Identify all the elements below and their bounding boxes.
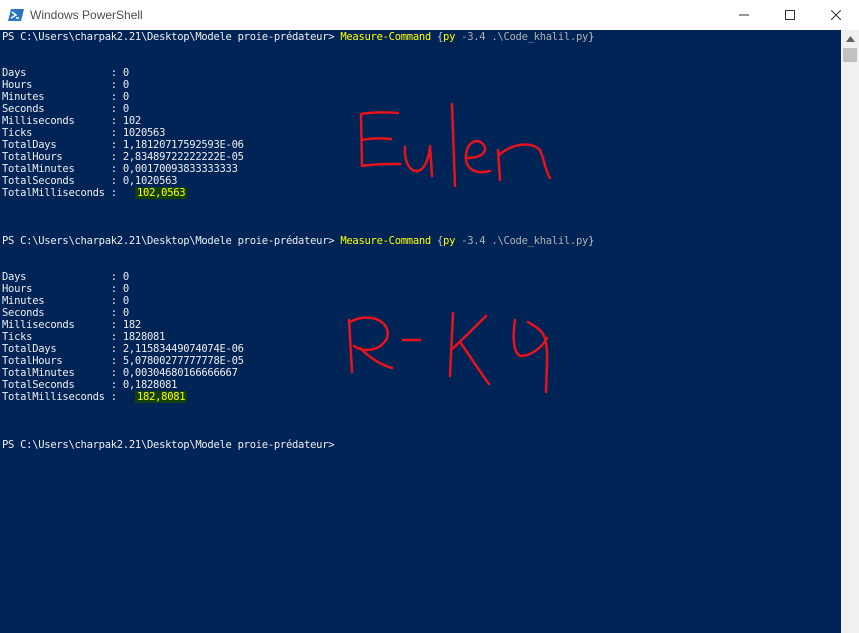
title-bar[interactable]: Windows PowerShell	[0, 0, 859, 30]
scroll-up-button[interactable]	[841, 30, 859, 47]
maximize-icon	[785, 10, 795, 20]
scroll-thumb[interactable]	[843, 48, 857, 62]
handwritten-annotations	[347, 102, 552, 394]
powershell-icon	[8, 7, 24, 23]
annotation-euler	[359, 102, 552, 188]
console-area[interactable]: PS C:\Users\charpak2.21\Desktop\Modele p…	[0, 30, 841, 633]
minimize-icon	[739, 14, 749, 16]
annotation-rk4	[347, 311, 549, 394]
close-button[interactable]	[813, 0, 859, 30]
scroll-up-arrow-icon	[845, 35, 855, 42]
maximize-button[interactable]	[767, 0, 813, 30]
vertical-scrollbar[interactable]	[841, 30, 859, 633]
window-title: Windows PowerShell	[30, 8, 143, 22]
close-icon	[831, 10, 841, 20]
minimize-button[interactable]	[721, 0, 767, 30]
